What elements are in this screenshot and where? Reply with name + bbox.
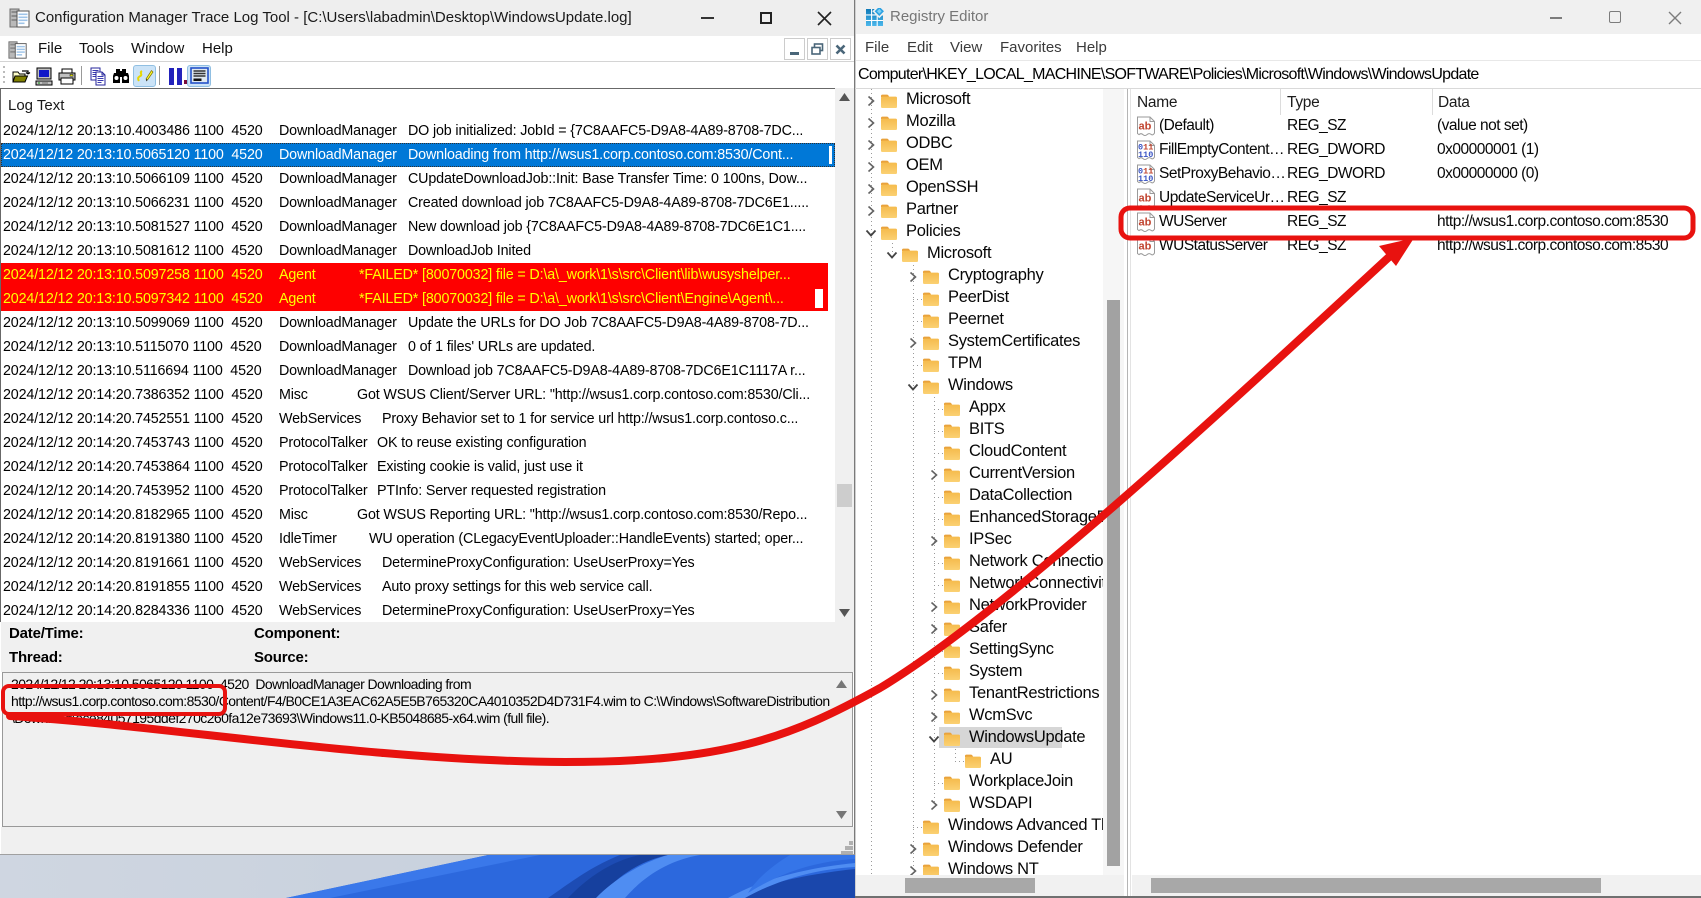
- svg-text:ab: ab: [1139, 121, 1152, 133]
- svg-text:110: 110: [1138, 174, 1153, 184]
- svg-text:ab: ab: [1139, 217, 1152, 229]
- svg-text:ab: ab: [1139, 241, 1152, 253]
- svg-text:ab: ab: [1139, 193, 1152, 205]
- svg-text:110: 110: [1138, 150, 1153, 160]
